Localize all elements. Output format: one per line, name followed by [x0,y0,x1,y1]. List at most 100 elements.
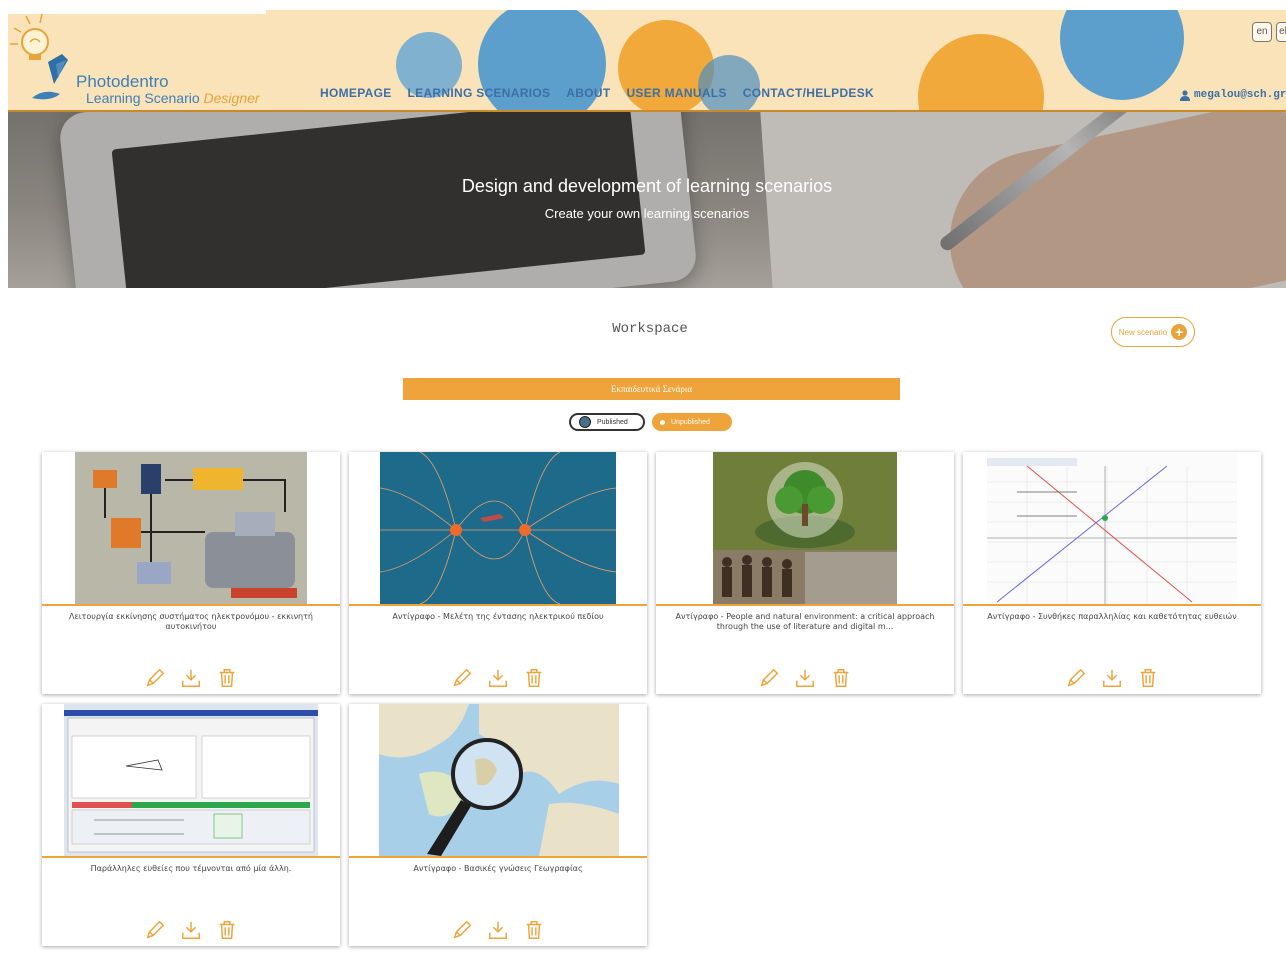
download-icon [1103,669,1121,687]
scenario-card[interactable]: Αντίγραφο - Βασικές γνώσεις Γεωγραφίας [349,704,647,946]
trash-icon [526,921,542,939]
card-divider [963,604,1261,606]
globe-icon [579,416,591,428]
decor-circle [918,34,1044,110]
logo-subtitle-designer: Designer [203,90,260,106]
geometry-graph-thumbnail-image [987,452,1237,604]
software-window-thumbnail-image [64,704,318,856]
nav-homepage[interactable]: HOMEPAGE [320,86,392,100]
nav-about[interactable]: ABOUT [566,86,610,100]
plus-icon: + [1171,324,1188,340]
user-menu[interactable]: megalou@sch.gr [1170,82,1286,108]
card-actions [963,666,1261,690]
unpublished-label: Unpublished [671,418,710,426]
download-button[interactable] [487,666,509,690]
card-thumbnail[interactable] [379,704,619,856]
published-filter[interactable]: Published [569,413,645,431]
trash-icon [1140,669,1156,687]
scenario-card[interactable]: Αντίγραφο - Μελέτη της έντασης ηλεκτρικο… [349,452,647,694]
card-thumbnail[interactable] [987,452,1237,604]
download-button[interactable] [180,918,202,942]
edit-button[interactable] [451,666,473,690]
trash-icon [219,921,235,939]
card-divider [42,856,340,858]
lang-el-button[interactable]: el [1276,22,1286,42]
card-title[interactable]: Αντίγραφο - Μελέτη της έντασης ηλεκτρικο… [359,612,637,622]
nav-learning-scenarios[interactable]: LEARNING SCENARIOS [408,86,551,100]
card-actions [349,918,647,942]
delete-button[interactable] [830,666,852,690]
card-actions [349,666,647,690]
card-title[interactable]: Αντίγραφο - Συνθήκες παραλληλίας και καθ… [973,612,1251,622]
decor-circle [1060,10,1184,100]
card-thumbnail[interactable] [713,452,897,604]
user-email: megalou@sch.gr [1194,89,1286,101]
lang-en-button[interactable]: en [1252,22,1272,42]
card-actions [42,666,340,690]
download-button[interactable] [794,666,816,690]
card-actions [42,918,340,942]
card-title[interactable]: Αντίγραφο - People and natural environme… [666,612,944,632]
tree-and-people-thumbnail-image [713,452,897,604]
edit-button[interactable] [451,918,473,942]
hero-title: Design and development of learning scena… [461,176,833,196]
card-title[interactable]: Παράλληλες ευθείες που τέμνονται από μία… [52,864,330,874]
new-scenario-button[interactable]: New scenario + [1111,317,1195,347]
new-scenario-label: New scenario [1118,327,1168,337]
hero-subtitle: Create your own learning scenarios [544,206,750,221]
lightbulb-icon [10,13,68,100]
trash-icon [526,669,542,687]
card-divider [42,604,340,606]
pencil-icon [1067,668,1086,687]
logo[interactable]: Photodentro Learning Scenario Designer [8,10,268,110]
logo-subtitle: Learning Scenario Designer [86,90,260,106]
edit-button[interactable] [1065,666,1087,690]
pencil-icon [453,920,472,939]
unpublished-filter[interactable]: Unpublished [652,413,732,431]
card-divider [349,604,647,606]
hero-overlay [8,112,1286,288]
card-title[interactable]: Λειτουργία εκκίνησης συστήματος ηλεκτρον… [52,612,330,632]
scenario-card[interactable]: Λειτουργία εκκίνησης συστήματος ηλεκτρον… [42,452,340,694]
download-icon [182,921,200,939]
pencil-icon [146,668,165,687]
published-label: Published [597,418,628,426]
pencil-icon [760,668,779,687]
user-icon [1180,89,1190,101]
card-thumbnail[interactable] [64,704,318,856]
trash-icon [833,669,849,687]
pencil-icon [146,920,165,939]
trash-icon [219,669,235,687]
main-nav: HOMEPAGE LEARNING SCENARIOS ABOUT USER M… [320,86,890,100]
circuit-thumbnail-image [75,452,307,604]
site-header: Photodentro Learning Scenario Designer H… [8,10,1286,112]
dot-icon [660,419,665,425]
download-icon [796,669,814,687]
edit-button[interactable] [758,666,780,690]
decor-circle [698,55,760,110]
edit-button[interactable] [144,666,166,690]
download-button[interactable] [180,666,202,690]
edit-button[interactable] [144,918,166,942]
scenario-card[interactable]: Παράλληλες ευθείες που τέμνονται από μία… [42,704,340,946]
delete-button[interactable] [1137,666,1159,690]
card-thumbnail[interactable] [380,452,616,604]
electric-field-thumbnail-image [380,452,616,604]
delete-button[interactable] [216,918,238,942]
download-icon [489,669,507,687]
scenario-card[interactable]: Αντίγραφο - People and natural environme… [656,452,954,694]
card-thumbnail[interactable] [75,452,307,604]
download-icon [182,669,200,687]
download-button[interactable] [487,918,509,942]
delete-button[interactable] [216,666,238,690]
delete-button[interactable] [523,666,545,690]
download-button[interactable] [1101,666,1123,690]
card-divider [349,856,647,858]
logo-subtitle-main: Learning Scenario [86,90,204,106]
card-title[interactable]: Αντίγραφο - Βασικές γνώσεις Γεωγραφίας [359,864,637,874]
scenario-card[interactable]: Αντίγραφο - Συνθήκες παραλληλίας και καθ… [963,452,1261,694]
delete-button[interactable] [523,918,545,942]
nav-contact-helpdesk[interactable]: CONTACT/HELPDESK [743,86,874,100]
nav-user-manuals[interactable]: USER MANUALS [626,86,726,100]
hero-banner: Design and development of learning scena… [8,112,1286,288]
